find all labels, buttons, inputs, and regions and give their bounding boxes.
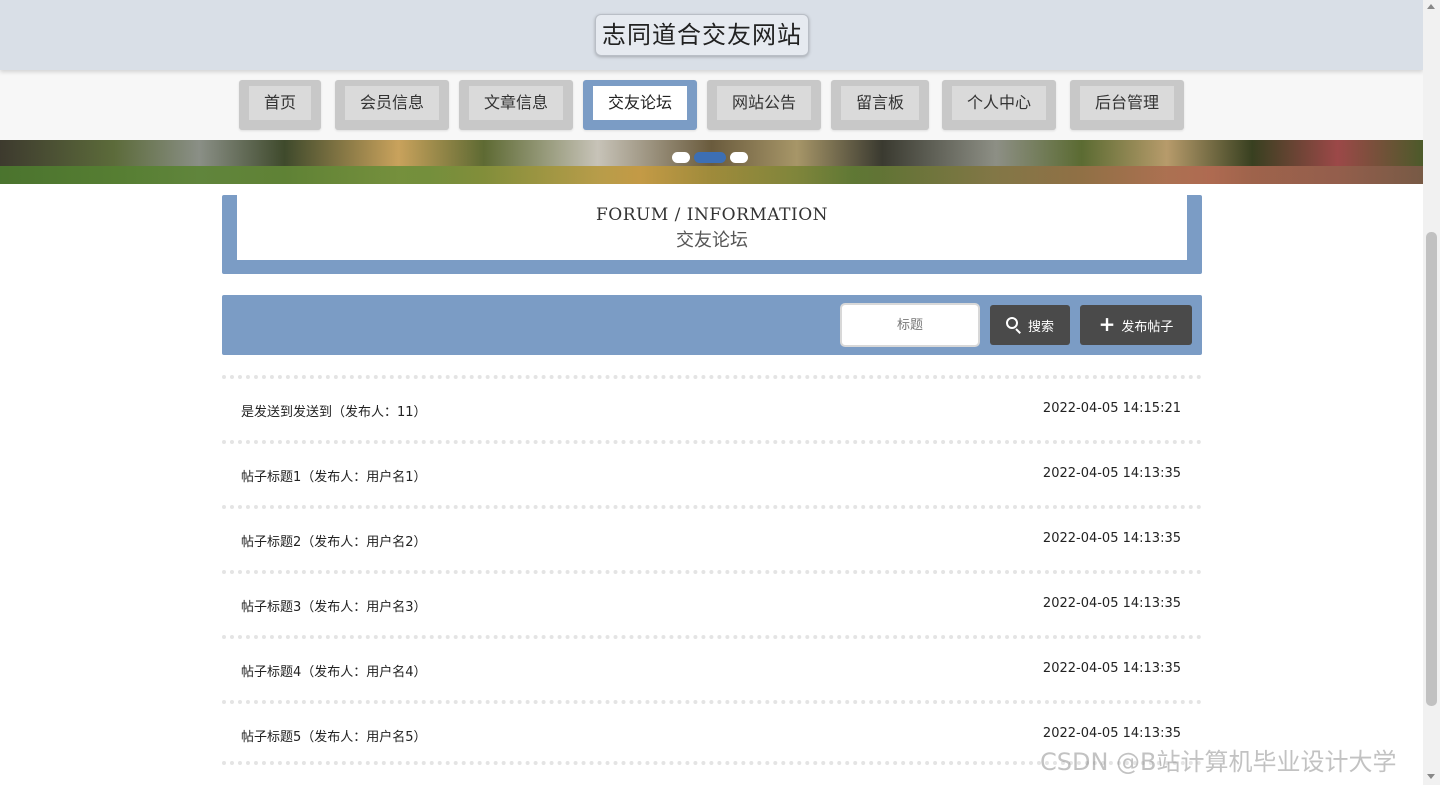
forum-toolbar: 搜索 + 发布帖子 bbox=[222, 295, 1202, 355]
post-date: 2022-04-05 14:13:35 bbox=[1042, 596, 1181, 611]
post-list: 是发送到发送到（发布人：11） 2022-04-05 14:15:21 帖子标题… bbox=[222, 375, 1202, 765]
scroll-down-arrow-icon[interactable] bbox=[1427, 774, 1435, 779]
search-icon bbox=[1005, 317, 1022, 334]
post-row[interactable]: 帖子标题1（发布人：用户名1） 2022-04-05 14:13:35 bbox=[222, 440, 1202, 505]
banner-carousel[interactable] bbox=[0, 140, 1423, 184]
nav-item-articles[interactable]: 文章信息 bbox=[459, 80, 573, 130]
scroll-up-arrow-icon[interactable] bbox=[1427, 4, 1435, 9]
post-row[interactable]: 是发送到发送到（发布人：11） 2022-04-05 14:15:21 bbox=[222, 375, 1202, 440]
section-title-box: FORUM / INFORMATION 交友论坛 bbox=[237, 195, 1187, 260]
carousel-indicators bbox=[672, 152, 748, 163]
nav-item-message-board[interactable]: 留言板 bbox=[831, 80, 929, 130]
nav-item-label: 个人中心 bbox=[952, 86, 1046, 120]
nav-item-label: 网站公告 bbox=[717, 86, 811, 120]
post-date: 2022-04-05 14:13:35 bbox=[1042, 531, 1181, 546]
publish-post-button[interactable]: + 发布帖子 bbox=[1080, 305, 1192, 345]
carousel-dot-active[interactable] bbox=[694, 152, 726, 163]
post-date: 2022-04-05 14:13:35 bbox=[1042, 726, 1181, 741]
banner-image bbox=[0, 166, 1423, 184]
post-title[interactable]: 帖子标题5（发布人：用户名5） bbox=[241, 726, 427, 745]
section-title-cn: 交友论坛 bbox=[676, 230, 748, 251]
search-button-label: 搜索 bbox=[1027, 319, 1054, 335]
nav-item-label: 会员信息 bbox=[345, 86, 439, 120]
post-row[interactable]: 帖子标题4（发布人：用户名4） 2022-04-05 14:13:35 bbox=[222, 635, 1202, 700]
post-row[interactable]: 帖子标题2（发布人：用户名2） 2022-04-05 14:13:35 bbox=[222, 505, 1202, 570]
publish-button-label: 发布帖子 bbox=[1121, 319, 1174, 335]
nav-item-label: 后台管理 bbox=[1080, 86, 1174, 120]
site-title[interactable]: 志同道合交友网站 bbox=[595, 14, 809, 56]
section-header: FORUM / INFORMATION 交友论坛 bbox=[222, 195, 1202, 274]
scroll-thumb[interactable] bbox=[1426, 232, 1437, 706]
search-button[interactable]: 搜索 bbox=[990, 305, 1070, 345]
nav-item-label: 文章信息 bbox=[469, 86, 563, 120]
post-title[interactable]: 帖子标题2（发布人：用户名2） bbox=[241, 531, 427, 550]
main-nav: 首页 会员信息 文章信息 交友论坛 网站公告 留言板 个人中心 后台管理 bbox=[0, 70, 1423, 140]
carousel-dot[interactable] bbox=[730, 152, 748, 163]
nav-item-label: 首页 bbox=[249, 86, 311, 120]
nav-item-profile[interactable]: 个人中心 bbox=[942, 80, 1056, 130]
page: 志同道合交友网站 首页 会员信息 文章信息 交友论坛 网站公告 留言板 个人中心… bbox=[0, 0, 1423, 785]
plus-icon: + bbox=[1098, 312, 1116, 336]
post-date: 2022-04-05 14:13:35 bbox=[1042, 466, 1181, 481]
post-date: 2022-04-05 14:13:35 bbox=[1042, 661, 1181, 676]
post-date: 2022-04-05 14:15:21 bbox=[1042, 401, 1181, 416]
watermark: CSDN @B站计算机毕业设计大学 bbox=[1040, 748, 1397, 776]
site-header: 志同道合交友网站 bbox=[0, 0, 1423, 70]
post-title[interactable]: 帖子标题1（发布人：用户名1） bbox=[241, 466, 427, 485]
post-title[interactable]: 帖子标题3（发布人：用户名3） bbox=[241, 596, 427, 615]
nav-item-admin[interactable]: 后台管理 bbox=[1070, 80, 1184, 130]
nav-item-forum[interactable]: 交友论坛 bbox=[583, 80, 697, 130]
post-row[interactable]: 帖子标题3（发布人：用户名3） 2022-04-05 14:13:35 bbox=[222, 570, 1202, 635]
section-title-en: FORUM / INFORMATION bbox=[595, 205, 829, 225]
post-title[interactable]: 是发送到发送到（发布人：11） bbox=[241, 401, 427, 420]
post-title[interactable]: 帖子标题4（发布人：用户名4） bbox=[241, 661, 427, 680]
nav-item-home[interactable]: 首页 bbox=[239, 80, 321, 130]
nav-item-label: 留言板 bbox=[841, 86, 919, 120]
carousel-dot[interactable] bbox=[672, 152, 690, 163]
nav-item-announcements[interactable]: 网站公告 bbox=[707, 80, 821, 130]
page-scrollbar[interactable] bbox=[1423, 0, 1440, 785]
title-search-input[interactable] bbox=[840, 303, 980, 347]
nav-item-members[interactable]: 会员信息 bbox=[335, 80, 449, 130]
nav-item-label: 交友论坛 bbox=[593, 86, 687, 120]
